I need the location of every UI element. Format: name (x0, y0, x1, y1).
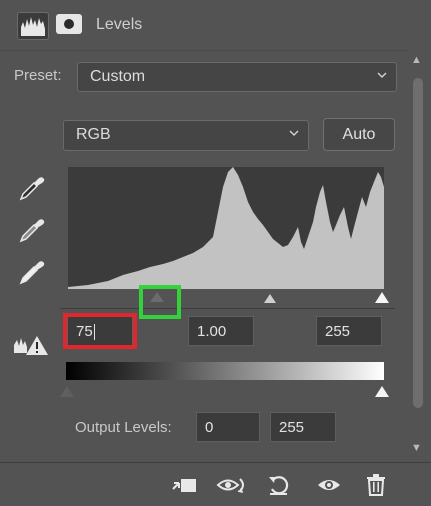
gamma-input-value: 1.00 (197, 323, 227, 340)
reset-icon[interactable] (266, 473, 292, 497)
toggle-visibility-icon[interactable] (316, 473, 342, 497)
white-output-handle (375, 386, 389, 397)
chevron-down-icon (377, 72, 387, 79)
gray-point-eyedropper-icon[interactable] (17, 215, 47, 245)
preset-value: Custom (90, 68, 146, 85)
scrollbar-thumb[interactable] (413, 78, 423, 408)
clipping-warning-icon[interactable] (13, 333, 49, 357)
black-output-value: 0 (205, 419, 214, 436)
view-previous-state-icon[interactable] (215, 473, 247, 497)
white-input-field[interactable]: 255 (316, 316, 382, 346)
channel-dropdown[interactable]: RGB (63, 120, 309, 151)
gamma-input-field[interactable]: 1.00 (188, 316, 254, 346)
chevron-down-icon (289, 130, 299, 137)
black-output-field[interactable]: 0 (196, 412, 260, 442)
white-input-handle (375, 292, 389, 303)
scroll-up-icon[interactable]: ▲ (411, 54, 422, 66)
black-output-handle (60, 386, 74, 397)
preset-label: Preset: (14, 67, 62, 84)
preset-dropdown[interactable]: Custom (77, 62, 397, 92)
black-point-eyedropper-icon[interactable] (17, 173, 47, 203)
clip-to-layer-icon[interactable] (170, 473, 196, 497)
highlight-box-red (63, 313, 137, 349)
channel-value: RGB (76, 126, 111, 143)
delete-icon[interactable] (364, 473, 390, 497)
histogram-tab-icon[interactable] (17, 12, 49, 40)
white-point-eyedropper-icon[interactable] (17, 257, 47, 287)
mask-tab-icon[interactable] (56, 14, 82, 34)
gamma-input-handle (264, 294, 276, 303)
output-gradient-bar (66, 362, 384, 380)
output-levels-slider[interactable] (60, 382, 395, 402)
highlight-box-green (139, 285, 181, 319)
scroll-down-icon[interactable]: ▼ (411, 442, 422, 454)
white-input-value: 255 (325, 323, 351, 340)
output-levels-label: Output Levels: (75, 419, 172, 436)
white-output-field[interactable]: 255 (270, 412, 336, 442)
input-levels-slider[interactable] (60, 288, 395, 310)
panel-title: Levels (96, 16, 143, 33)
auto-button[interactable]: Auto (323, 118, 395, 151)
histogram (68, 167, 384, 289)
white-output-value: 255 (279, 419, 305, 436)
